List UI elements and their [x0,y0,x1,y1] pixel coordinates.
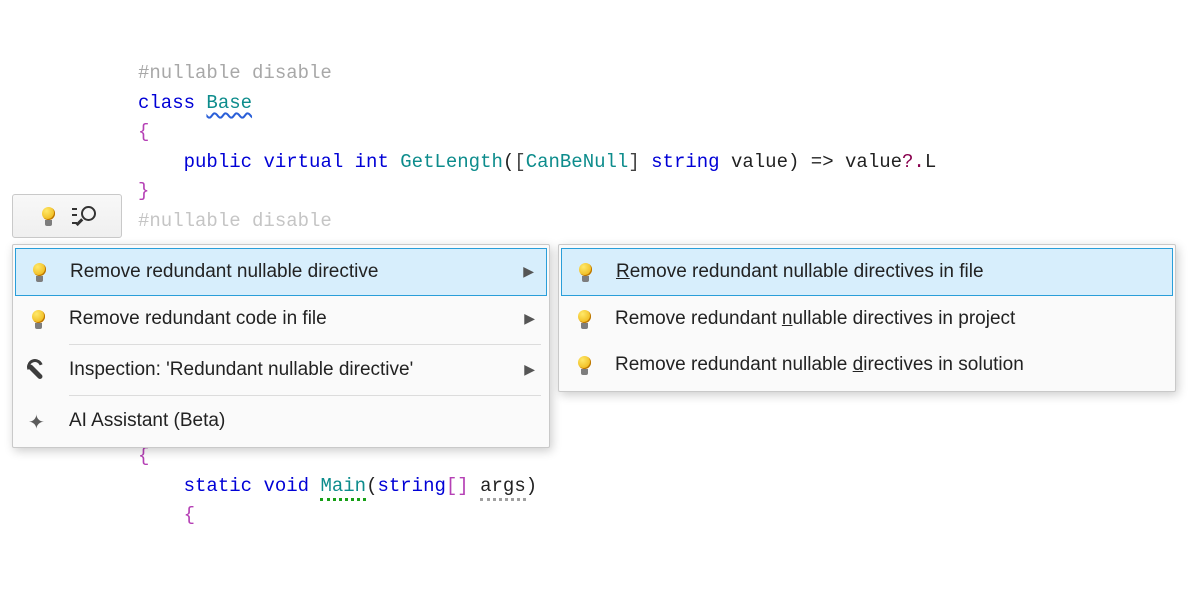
submenu-item-remove-in-file[interactable]: Remove redundant nullable directives in … [561,248,1173,296]
lightbulb-icon [575,310,594,329]
submenu-arrow-icon: ▶ [524,359,535,381]
lightbulb-gutter[interactable] [12,194,122,238]
keyword-int: int [355,151,401,173]
menu-divider [69,395,541,396]
menu-item-label: Remove redundant code in file [69,304,516,333]
menu-divider [69,344,541,345]
param-args: args [480,475,526,501]
submenu-arrow-icon: ▶ [523,261,534,283]
submenu-item-remove-in-solution[interactable]: Remove redundant nullable directives in … [559,342,1175,388]
submenu-item-label: Remove redundant nullable directives in … [615,350,1161,379]
submenu-item-label: Remove redundant nullable directives in … [616,257,1160,286]
nullable-directive: #nullable disable [138,62,332,84]
lightbulb-icon [575,356,594,375]
method-main: Main [320,475,366,501]
keyword-void: void [263,475,320,497]
keyword-virtual: virtual [263,151,354,173]
brace-close: } [138,180,149,202]
attribute-canbenull: CanBeNull [526,151,629,173]
redundant-nullable-directive: #nullable disable [138,210,332,232]
submenu-arrow-icon: ▶ [524,308,535,330]
menu-item-remove-redundant-directive[interactable]: Remove redundant nullable directive ▶ [15,248,547,296]
brace-open: { [138,445,149,467]
lightbulb-icon [30,263,49,282]
lightbulb-icon [29,310,48,329]
sparkle-icon [28,411,48,431]
keyword-static: static [184,475,264,497]
method-name: GetLength [400,151,503,173]
type-name-base: Base [206,92,252,114]
submenu-item-remove-in-project[interactable]: Remove redundant nullable directives in … [559,296,1175,342]
keyword-class: class [138,92,206,114]
menu-item-label: Inspection: 'Redundant nullable directiv… [69,355,516,384]
brace-open: { [138,121,149,143]
param-value: value [731,151,788,173]
lightbulb-icon [576,263,595,282]
quick-actions-menu: Remove redundant nullable directive ▶ Re… [12,244,550,448]
wrench-icon [28,360,48,380]
quick-actions-submenu: Remove redundant nullable directives in … [558,244,1176,392]
keyword-string: string [651,151,731,173]
menu-item-label: AI Assistant (Beta) [69,406,535,435]
menu-item-ai-assistant[interactable]: AI Assistant (Beta) [13,398,549,444]
menu-item-inspection[interactable]: Inspection: 'Redundant nullable directiv… [13,347,549,393]
submenu-item-label: Remove redundant nullable directives in … [615,304,1161,333]
keyword-public: public [184,151,264,173]
lightbulb-icon [39,207,58,226]
menu-item-label: Remove redundant nullable directive [70,257,515,286]
brace-open: { [184,504,195,526]
menu-item-remove-redundant-code[interactable]: Remove redundant code in file ▶ [13,296,549,342]
find-icon [76,206,96,226]
